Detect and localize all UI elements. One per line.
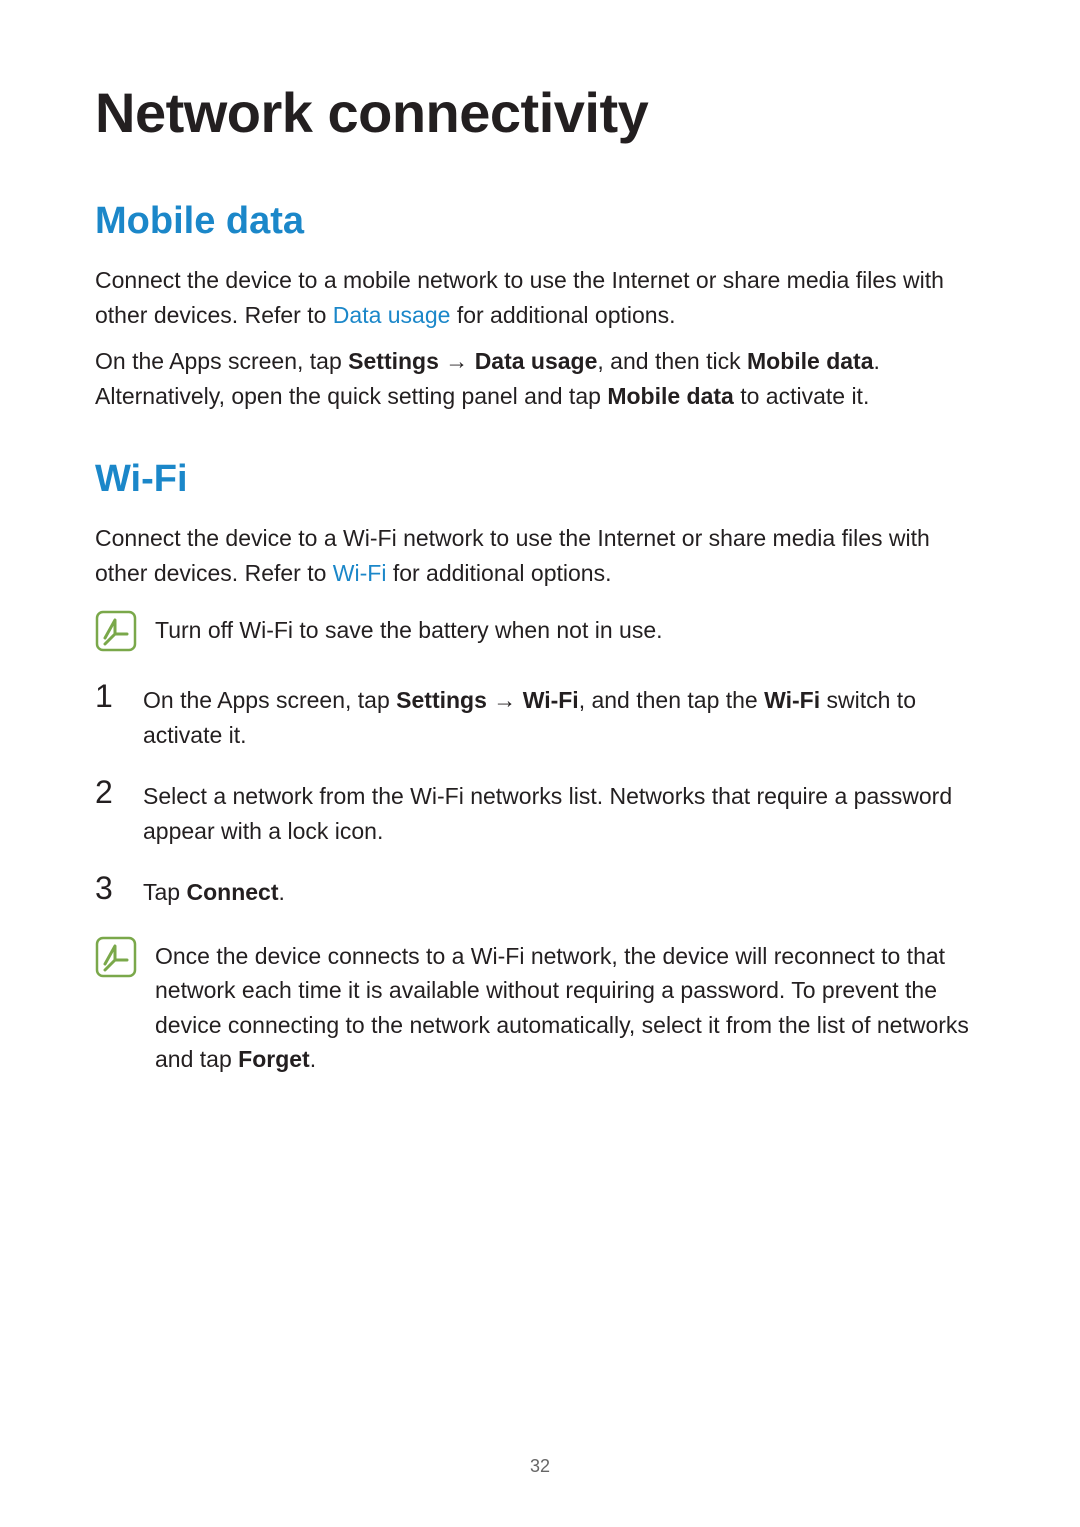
mobile-data-paragraph-2: On the Apps screen, tap Settings → Data … xyxy=(95,344,985,413)
body-text: for additional options. xyxy=(450,302,675,328)
section-heading-mobile-data: Mobile data xyxy=(95,200,985,243)
note-icon xyxy=(95,610,137,652)
body-text: Tap xyxy=(143,879,186,905)
step-list: 1 On the Apps screen, tap Settings → Wi-… xyxy=(95,680,985,910)
step-number: 1 xyxy=(95,680,123,712)
label-mobile-data: Mobile data xyxy=(747,348,874,374)
arrow-icon: → xyxy=(439,348,475,374)
step-row-3: 3 Tap Connect. xyxy=(95,872,985,910)
label-mobile-data: Mobile data xyxy=(607,383,734,409)
step-number: 3 xyxy=(95,872,123,904)
section-heading-wifi: Wi-Fi xyxy=(95,458,985,501)
step-row-1: 1 On the Apps screen, tap Settings → Wi-… xyxy=(95,680,985,752)
body-text: . xyxy=(278,879,284,905)
link-wifi[interactable]: Wi-Fi xyxy=(333,560,387,586)
body-text: On the Apps screen, tap xyxy=(95,348,348,374)
page-content: Network connectivity Mobile data Connect… xyxy=(0,0,1080,1127)
note-icon xyxy=(95,936,137,978)
note-block: Turn off Wi-Fi to save the battery when … xyxy=(95,608,985,652)
page-title: Network connectivity xyxy=(95,80,985,145)
label-wifi-switch: Wi-Fi xyxy=(764,687,820,713)
step-number: 2 xyxy=(95,776,123,808)
body-text: to activate it. xyxy=(734,383,870,409)
note-icon xyxy=(95,610,137,652)
note-block: Once the device connects to a Wi-Fi netw… xyxy=(95,934,985,1077)
arrow-icon: → xyxy=(487,687,523,713)
step-text: On the Apps screen, tap Settings → Wi-Fi… xyxy=(143,680,985,752)
step-row-2: 2 Select a network from the Wi-Fi networ… xyxy=(95,776,985,848)
label-forget: Forget xyxy=(238,1046,310,1072)
label-wifi: Wi-Fi xyxy=(523,687,579,713)
note-text: Turn off Wi-Fi to save the battery when … xyxy=(155,608,985,648)
body-text: . xyxy=(310,1046,316,1072)
label-settings: Settings xyxy=(396,687,487,713)
note-text: Once the device connects to a Wi-Fi netw… xyxy=(155,934,985,1077)
body-text: On the Apps screen, tap xyxy=(143,687,396,713)
label-connect: Connect xyxy=(186,879,278,905)
page-number: 32 xyxy=(0,1456,1080,1477)
mobile-data-paragraph-1: Connect the device to a mobile network t… xyxy=(95,263,985,332)
step-text: Tap Connect. xyxy=(143,872,985,910)
note-icon xyxy=(95,936,137,978)
link-data-usage[interactable]: Data usage xyxy=(333,302,451,328)
wifi-paragraph-1: Connect the device to a Wi-Fi network to… xyxy=(95,521,985,590)
label-settings: Settings xyxy=(348,348,439,374)
label-data-usage: Data usage xyxy=(475,348,598,374)
step-text: Select a network from the Wi-Fi networks… xyxy=(143,776,985,848)
body-text: , and then tick xyxy=(597,348,747,374)
body-text: for additional options. xyxy=(386,560,611,586)
body-text: , and then tap the xyxy=(579,687,764,713)
